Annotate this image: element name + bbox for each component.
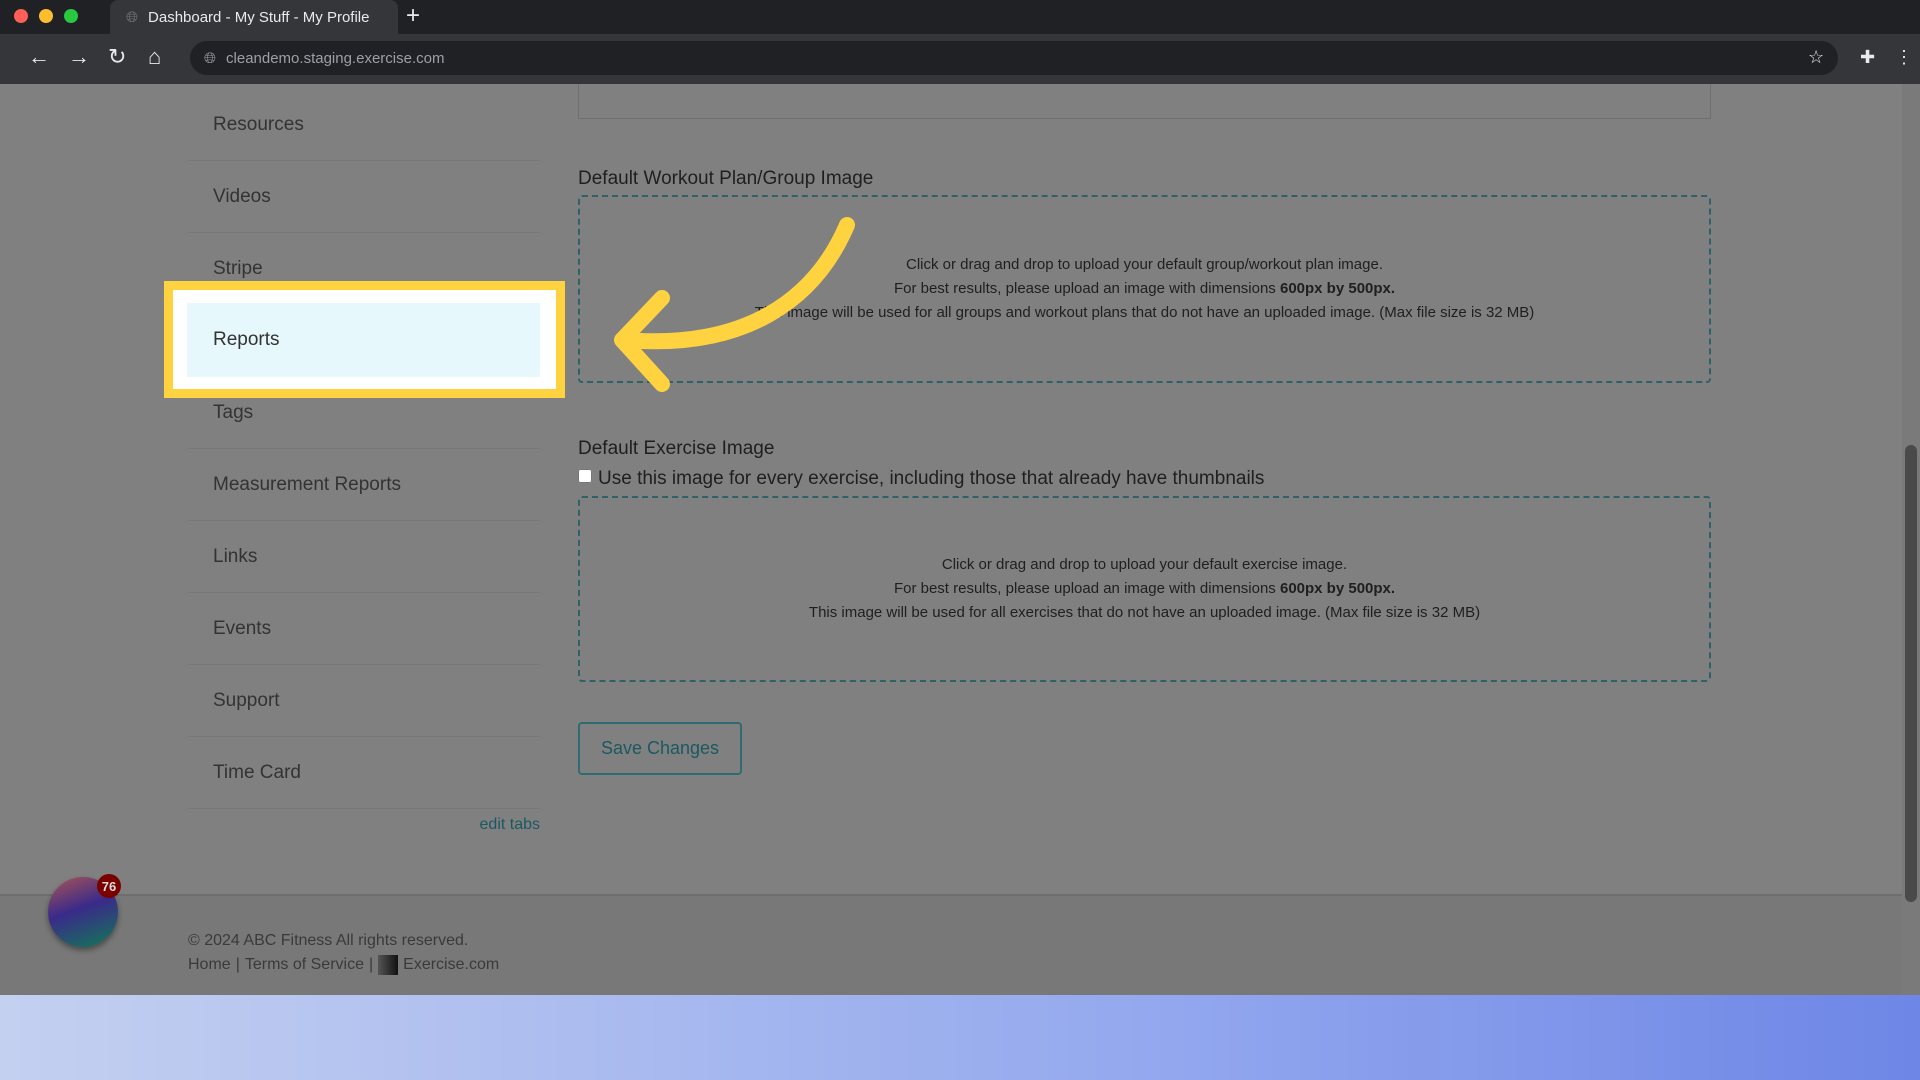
separator: |: [368, 956, 374, 973]
exercise-com-link[interactable]: Exercise.com: [403, 956, 499, 974]
copyright-text: © 2024 ABC Fitness All rights reserved.: [188, 932, 469, 949]
background-gradient: [0, 995, 1920, 1080]
footer-links: Home | Terms of Service | Exercise.com: [188, 955, 499, 975]
terms-link[interactable]: Terms of Service: [245, 956, 364, 974]
scrollbar-thumb[interactable]: [1905, 445, 1917, 902]
separator: |: [235, 956, 240, 973]
notification-badge: 76: [97, 874, 121, 898]
exercise-logo-icon: [378, 955, 399, 975]
home-link[interactable]: Home: [188, 956, 231, 974]
